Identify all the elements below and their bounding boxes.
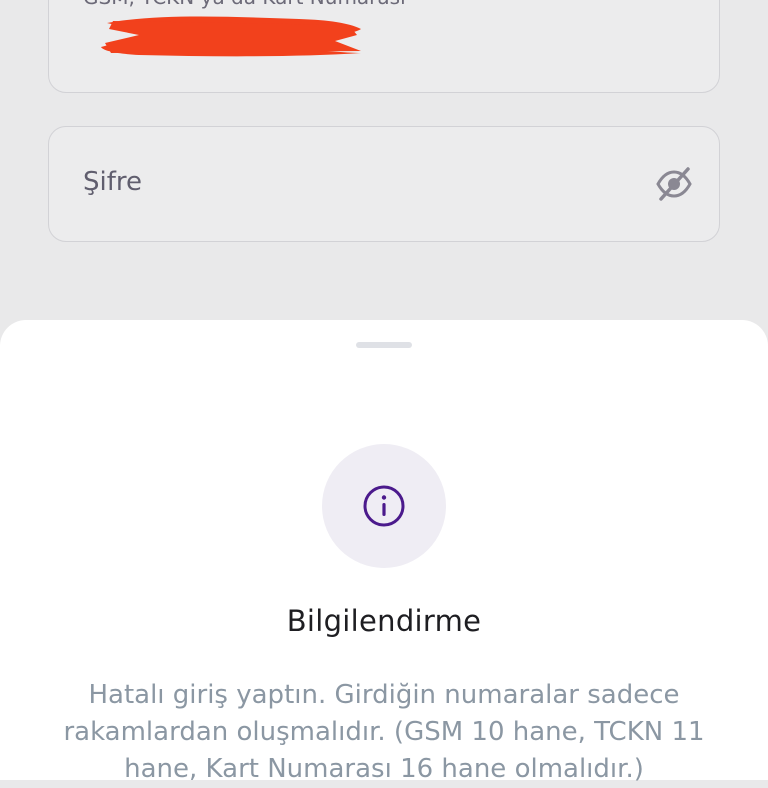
info-icon: [363, 485, 405, 527]
eye-off-icon[interactable]: [655, 165, 693, 203]
sheet-title: Bilgilendirme: [286, 604, 482, 638]
sheet-drag-handle[interactable]: [356, 342, 412, 348]
info-bottom-sheet: Bilgilendirme Hatalı giriş yaptın. Girdi…: [0, 320, 768, 784]
sheet-message-line: Hatalı giriş yaptın. Girdiğin numaralar …: [88, 680, 680, 710]
sheet-message-line: rakamlardan oluşmalıdır. (GSM 10 hane, T…: [63, 717, 705, 747]
sheet-message-line: hane, Kart Numarası 16 hane olmalıdır.): [124, 754, 644, 784]
password-input-label: Şifre: [83, 167, 142, 197]
redaction-scribble: [101, 16, 361, 57]
info-icon-badge: [322, 444, 446, 568]
password-input[interactable]: Şifre: [48, 126, 720, 242]
login-input[interactable]: GSM, TCKN ya da Kart Numarası: [48, 0, 720, 93]
login-input-placeholder: GSM, TCKN ya da Kart Numarası: [83, 0, 406, 9]
sheet-message: Hatalı giriş yaptın. Girdiğin numaralar …: [40, 677, 728, 788]
